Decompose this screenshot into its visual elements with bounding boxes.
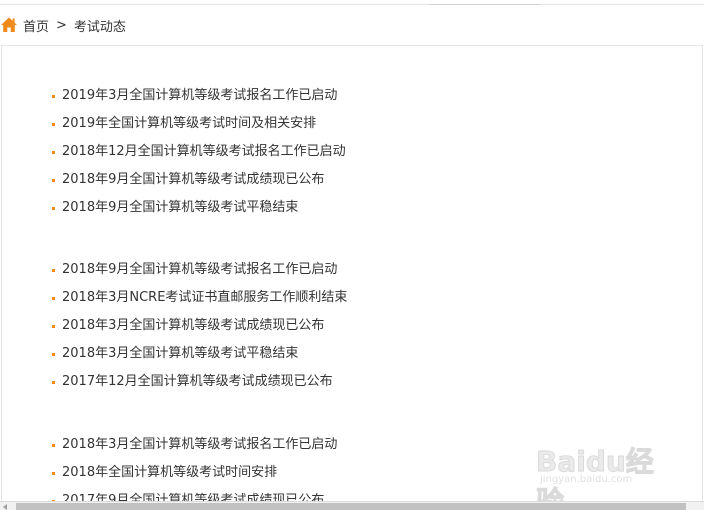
- home-icon[interactable]: [0, 16, 18, 34]
- bullet-icon: [52, 179, 55, 182]
- news-link[interactable]: 2018年3月NCRE考试证书直邮服务工作顺利结束: [50, 284, 347, 312]
- bullet-icon: [52, 444, 55, 447]
- news-link[interactable]: 2018年3月全国计算机等级考试平稳结束: [50, 340, 347, 368]
- news-title: 2018年9月全国计算机等级考试平稳结束: [62, 200, 299, 215]
- news-title: 2018年12月全国计算机等级考试报名工作已启动: [62, 144, 346, 159]
- news-link[interactable]: 2018年12月全国计算机等级考试报名工作已启动: [50, 138, 346, 166]
- news-group-3: 2018年3月全国计算机等级考试报名工作已启动 2018年全国计算机等级考试时间…: [50, 431, 337, 510]
- news-list-panel: 2019年3月全国计算机等级考试报名工作已启动 2019年全国计算机等级考试时间…: [1, 45, 703, 510]
- news-group-1: 2019年3月全国计算机等级考试报名工作已启动 2019年全国计算机等级考试时间…: [50, 82, 346, 222]
- scroll-left-arrow-icon[interactable]: [3, 504, 7, 510]
- breadcrumb: 首页 > 考试动态: [0, 5, 704, 45]
- news-title: 2018年3月全国计算机等级考试报名工作已启动: [62, 437, 338, 452]
- news-title: 2018年9月全国计算机等级考试成绩现已公布: [62, 172, 325, 187]
- news-title: 2017年12月全国计算机等级考试成绩现已公布: [62, 374, 333, 389]
- bullet-icon: [52, 325, 55, 328]
- news-link[interactable]: 2019年全国计算机等级考试时间及相关安排: [50, 110, 346, 138]
- bullet-icon: [52, 95, 55, 98]
- news-link[interactable]: 2018年9月全国计算机等级考试成绩现已公布: [50, 166, 346, 194]
- bullet-icon: [52, 151, 55, 154]
- news-group-2: 2018年9月全国计算机等级考试报名工作已启动 2018年3月NCRE考试证书直…: [50, 256, 347, 396]
- bullet-icon: [52, 353, 55, 356]
- news-title: 2018年9月全国计算机等级考试报名工作已启动: [62, 262, 338, 277]
- news-title: 2018年3月全国计算机等级考试成绩现已公布: [62, 318, 325, 333]
- breadcrumb-separator: >: [56, 17, 67, 33]
- bullet-icon: [52, 269, 55, 272]
- news-title: 2019年全国计算机等级考试时间及相关安排: [62, 116, 317, 131]
- bullet-icon: [52, 472, 55, 475]
- news-link[interactable]: 2018年9月全国计算机等级考试平稳结束: [50, 194, 346, 222]
- news-title: 2019年3月全国计算机等级考试报名工作已启动: [62, 88, 338, 103]
- news-title: 2018年全国计算机等级考试时间安排: [62, 465, 278, 480]
- horizontal-scrollbar[interactable]: [0, 501, 704, 510]
- bullet-icon: [52, 207, 55, 210]
- bullet-icon: [52, 381, 55, 384]
- scrollbar-thumb[interactable]: [16, 503, 686, 510]
- news-link[interactable]: 2018年3月全国计算机等级考试成绩现已公布: [50, 312, 347, 340]
- news-link[interactable]: 2019年3月全国计算机等级考试报名工作已启动: [50, 82, 346, 110]
- breadcrumb-home-link[interactable]: 首页: [23, 16, 49, 35]
- news-title: 2018年3月全国计算机等级考试平稳结束: [62, 346, 299, 361]
- news-link[interactable]: 2018年全国计算机等级考试时间安排: [50, 459, 337, 487]
- news-link[interactable]: 2018年9月全国计算机等级考试报名工作已启动: [50, 256, 347, 284]
- breadcrumb-current: 考试动态: [73, 19, 126, 35]
- bullet-icon: [52, 297, 55, 300]
- news-title: 2018年3月NCRE考试证书直邮服务工作顺利结束: [62, 290, 348, 305]
- bullet-icon: [52, 123, 55, 126]
- news-link[interactable]: 2018年3月全国计算机等级考试报名工作已启动: [50, 431, 337, 459]
- page: 首页 > 考试动态 2019年3月全国计算机等级考试报名工作已启动 2019年全…: [0, 0, 704, 510]
- news-link[interactable]: 2017年12月全国计算机等级考试成绩现已公布: [50, 368, 347, 396]
